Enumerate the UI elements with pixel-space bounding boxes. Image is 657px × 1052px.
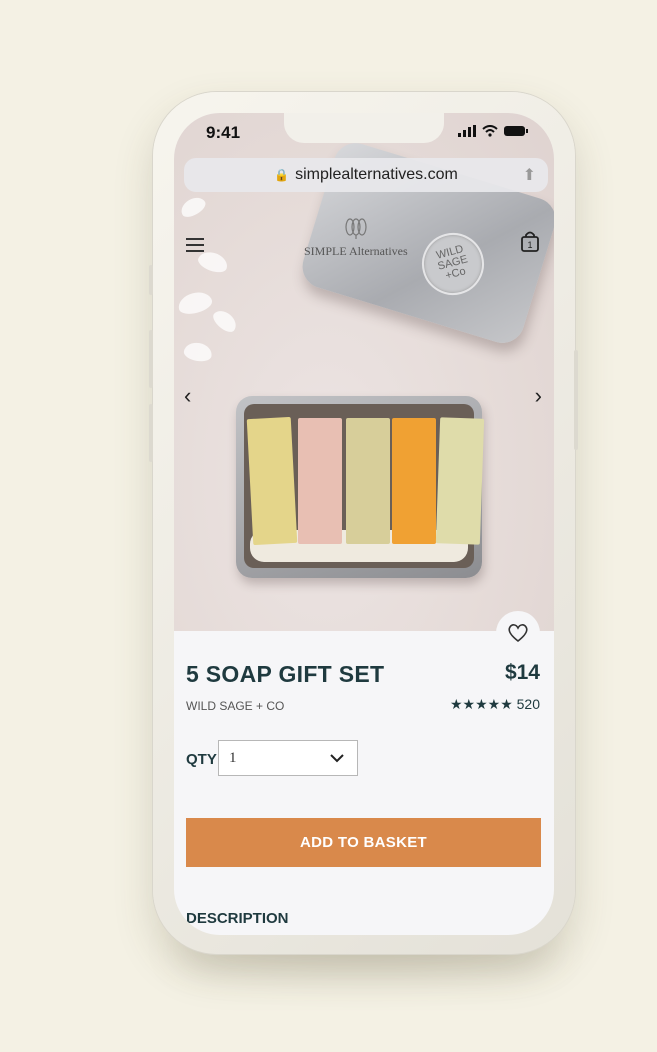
leaf-decoration [175,288,215,318]
rating-stars: ★★★★★ [449,696,513,712]
svg-text:1: 1 [527,240,532,250]
leaf-decoration [177,193,209,221]
status-time: 9:41 [206,123,241,142]
wifi-icon [482,125,498,137]
soap-bar [246,416,298,546]
qty-label: QTY [186,751,217,768]
product-brand: WILD SAGE + CO [186,699,285,713]
phone-mute-switch [149,265,153,295]
logo-text: SIMPLE Alternatives [304,244,408,258]
lock-icon: 🔒 [274,168,290,182]
chevron-right-icon[interactable]: › [535,383,542,409]
qty-value: 1 [229,750,237,766]
soap-bar [435,417,485,545]
bag-icon[interactable]: 1 [520,230,540,257]
favorite-button[interactable] [496,611,540,655]
chevron-down-icon [330,754,344,763]
url-text: simplealternatives.com [295,166,458,183]
site-logo[interactable]: SIMPLE Alternatives [304,217,408,259]
soap-bar [392,418,436,544]
tin-base [236,396,485,578]
soap-bar [346,418,390,544]
phone-volume-down [149,404,153,462]
leaf-decoration [209,306,241,336]
status-icons [458,125,528,137]
menu-icon[interactable] [186,234,204,256]
share-icon[interactable]: ⬆ [523,165,536,185]
product-price: $14 [504,661,540,684]
signal-icon [458,125,476,137]
battery-icon [504,126,528,136]
qty-select[interactable]: 1 [218,740,358,776]
soap-bar [298,418,342,544]
chevron-left-icon[interactable]: ‹ [184,383,191,409]
tin-inner [244,404,485,568]
address-bar[interactable]: 🔒 simplealternatives.com ⬆ [184,158,548,192]
phone-power-button [574,350,578,450]
logo-leaf-icon [345,218,367,239]
review-count: 520 [516,696,540,712]
product-title: 5 SOAP GIFT SET [186,661,385,687]
product-rating[interactable]: ★★★★★ 520 [450,696,540,713]
heart-icon [508,624,528,643]
phone-screen: WILD SAGE +Co ‹ › 9:41 🔒 simplealternati… [174,113,554,935]
add-to-basket-button[interactable]: ADD TO BASKET [186,818,541,867]
description-heading[interactable]: DESCRIPTION [186,910,289,927]
phone-notch [284,113,444,143]
leaf-decoration [182,340,214,364]
phone-volume-up [149,330,153,388]
